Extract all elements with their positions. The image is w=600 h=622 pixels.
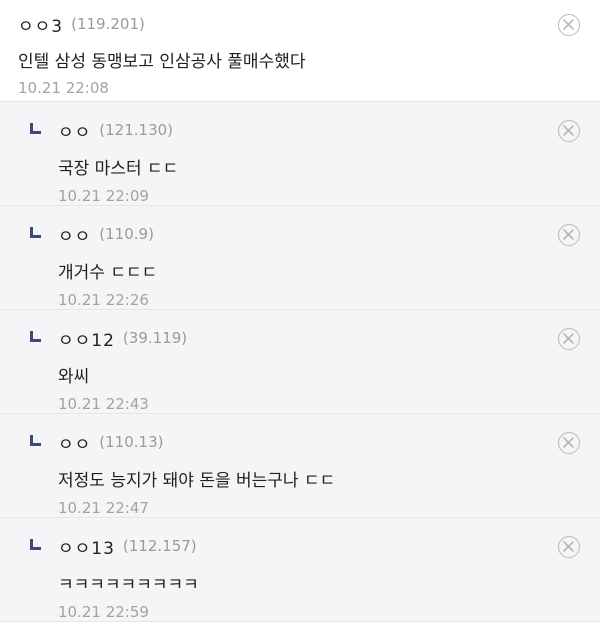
reply-nickname[interactable]: ㅇㅇ12 [58, 326, 115, 351]
reply-item: ㅇㅇ12 (39.119) 와씨 10.21 22:43 [0, 310, 600, 414]
comment-item: ㅇㅇ3 (119.201) 인텔 삼성 동맹보고 인삼공사 풀매수했다 10.2… [0, 0, 600, 102]
reply-meta: ㅇㅇ (121.130) [30, 118, 600, 143]
reply-meta: ㅇㅇ12 (39.119) [30, 326, 600, 351]
reply-ip: (110.13) [99, 433, 164, 451]
close-icon [563, 437, 574, 448]
reply-nickname[interactable]: ㅇㅇ13 [58, 534, 115, 559]
reply-meta: ㅇㅇ (110.9) [30, 222, 600, 247]
reply-meta: ㅇㅇ13 (112.157) [30, 534, 600, 559]
reply-date: 10.21 22:47 [58, 499, 149, 517]
reply-date: 10.21 22:26 [58, 291, 149, 309]
reply-arrow-icon [30, 435, 41, 446]
reply-ip: (39.119) [122, 329, 188, 347]
close-icon [563, 229, 574, 240]
reply-item: ㅇㅇ (110.9) 개거수 ㄷㄷㄷ 10.21 22:26 [0, 206, 600, 310]
reply-content: 와씨 [58, 367, 90, 387]
reply-content: 개거수 ㄷㄷㄷ [58, 263, 158, 283]
delete-button[interactable] [558, 328, 580, 350]
reply-date: 10.21 22:09 [58, 187, 149, 205]
reply-meta: ㅇㅇ (110.13) [30, 430, 600, 455]
close-icon [563, 333, 574, 344]
reply-nickname[interactable]: ㅇㅇ [58, 118, 91, 143]
reply-item: ㅇㅇ (121.130) 국장 마스터 ㄷㄷ 10.21 22:09 [0, 102, 600, 206]
comment-content: 인텔 삼성 동맹보고 인삼공사 풀매수했다 [18, 52, 306, 72]
reply-date: 10.21 22:43 [58, 395, 149, 413]
comment-nickname[interactable]: ㅇㅇ3 [18, 12, 63, 37]
close-icon [563, 541, 574, 552]
reply-nickname[interactable]: ㅇㅇ [58, 430, 91, 455]
reply-item: ㅇㅇ (110.13) 저정도 능지가 돼야 돈을 버는구나 ㄷㄷ 10.21 … [0, 414, 600, 518]
delete-button[interactable] [558, 120, 580, 142]
reply-arrow-icon [30, 331, 41, 342]
comment-meta: ㅇㅇ3 (119.201) [18, 12, 600, 37]
reply-arrow-icon [30, 227, 41, 238]
close-icon [563, 19, 574, 30]
reply-content: 저정도 능지가 돼야 돈을 버는구나 ㄷㄷ [58, 471, 336, 491]
reply-ip: (110.9) [99, 225, 154, 243]
delete-button[interactable] [558, 224, 580, 246]
delete-button[interactable] [558, 14, 580, 36]
comment-list: ㅇㅇ3 (119.201) 인텔 삼성 동맹보고 인삼공사 풀매수했다 10.2… [0, 0, 600, 622]
close-icon [563, 125, 574, 136]
reply-date: 10.21 22:59 [58, 603, 149, 621]
reply-ip: (121.130) [99, 121, 174, 139]
reply-ip: (112.157) [122, 537, 197, 555]
comment-date: 10.21 22:08 [18, 79, 109, 97]
delete-button[interactable] [558, 432, 580, 454]
reply-arrow-icon [30, 123, 41, 134]
reply-content: ㅋㅋㅋㅋㅋㅋㅋㅋㅋ [58, 575, 199, 595]
reply-content: 국장 마스터 ㄷㄷ [58, 159, 179, 179]
reply-arrow-icon [30, 539, 41, 550]
comment-ip: (119.201) [71, 15, 145, 33]
reply-nickname[interactable]: ㅇㅇ [58, 222, 91, 247]
reply-item: ㅇㅇ13 (112.157) ㅋㅋㅋㅋㅋㅋㅋㅋㅋ 10.21 22:59 [0, 518, 600, 622]
delete-button[interactable] [558, 536, 580, 558]
